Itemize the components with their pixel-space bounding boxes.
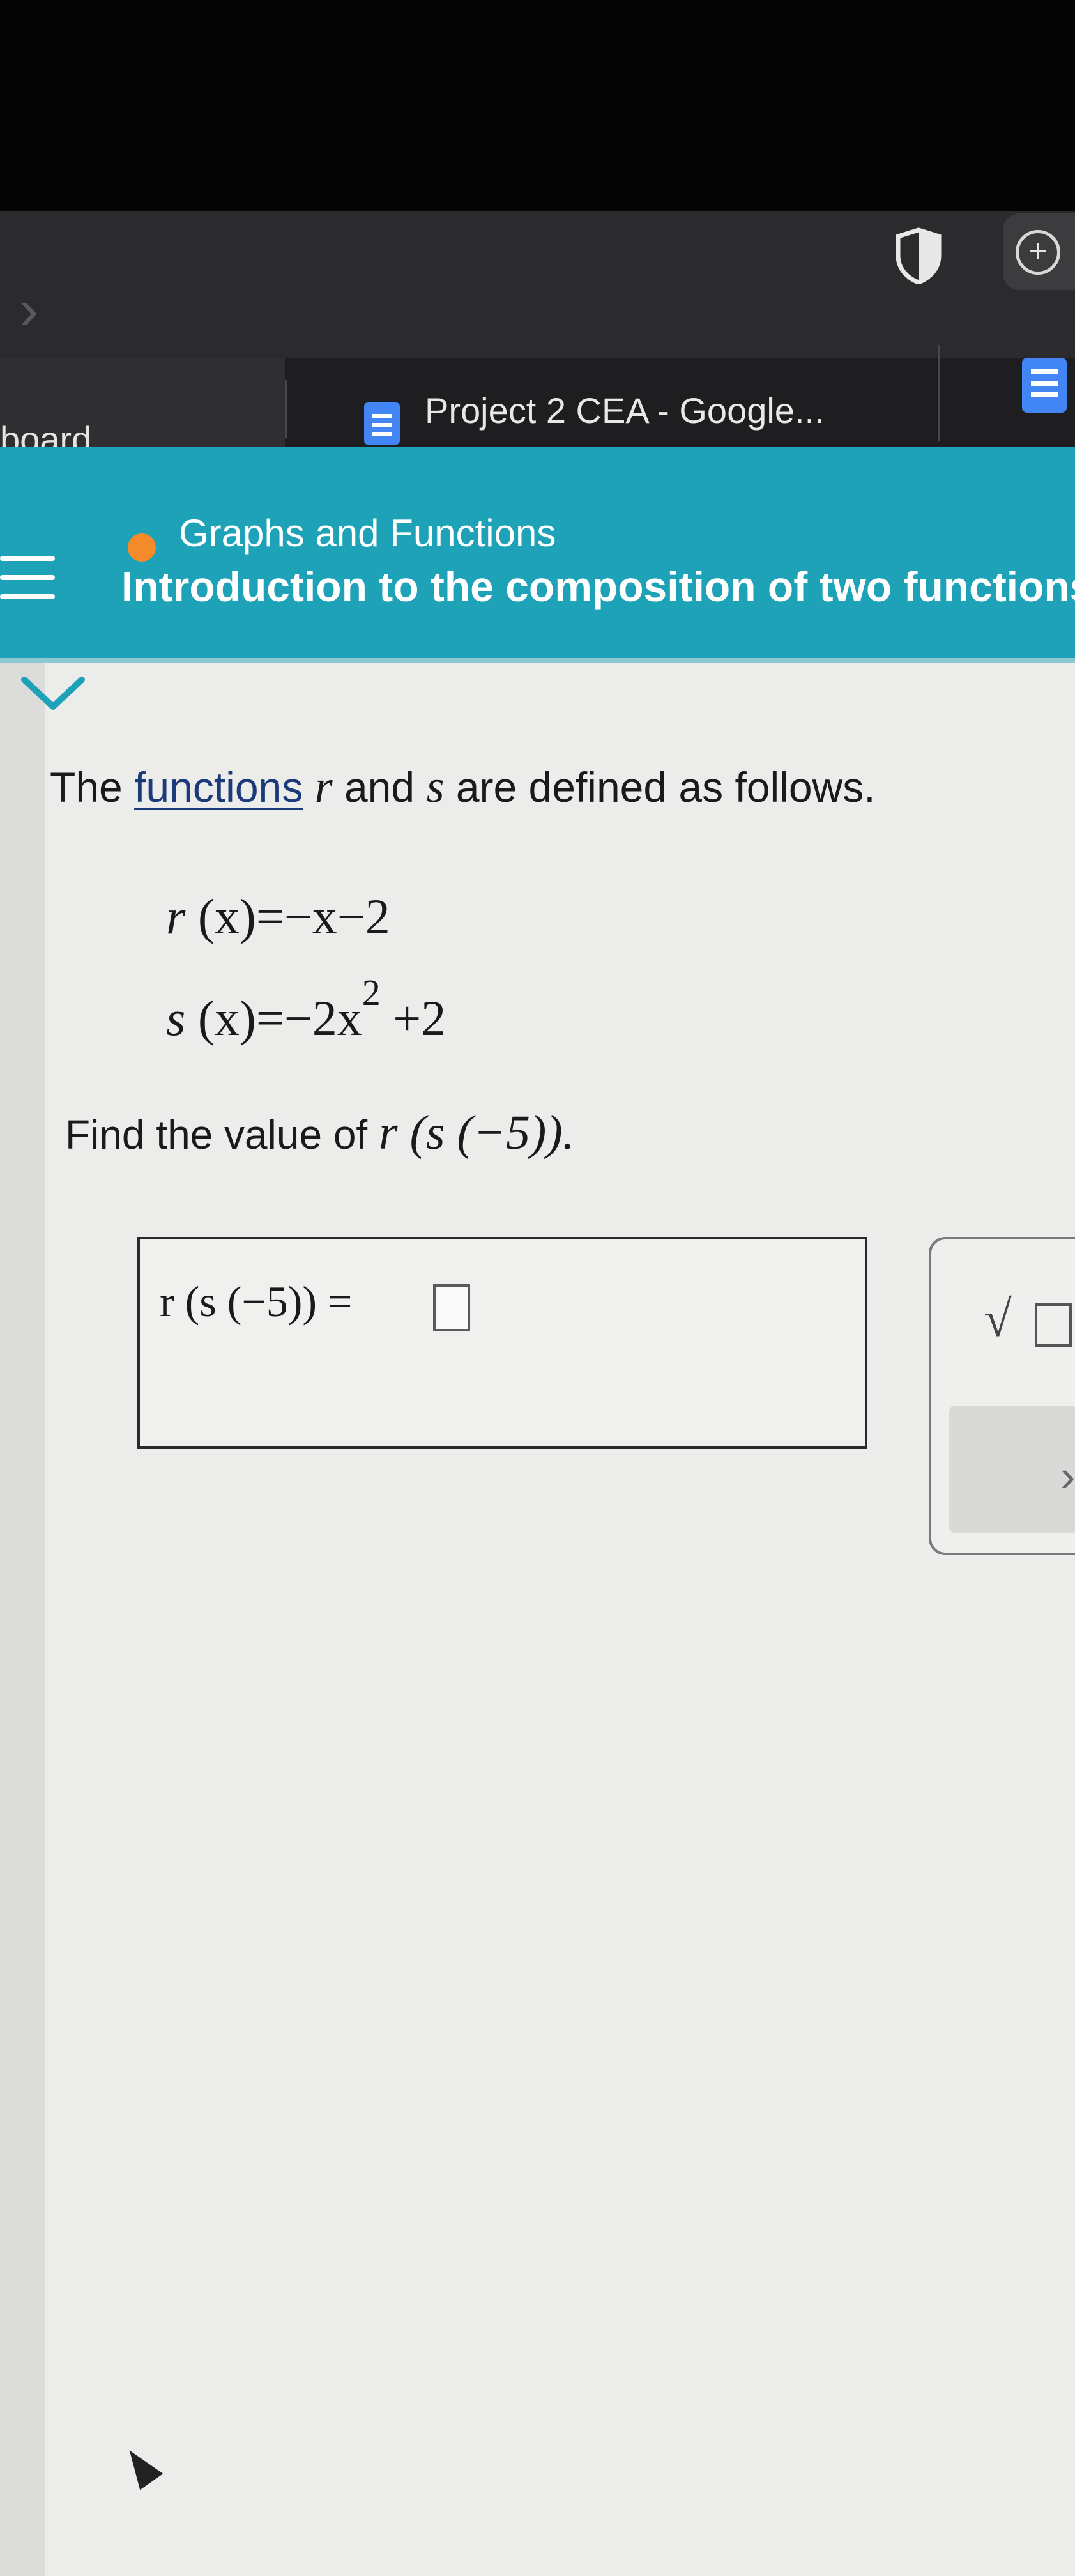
answer-box [137,1237,867,1449]
menu-icon[interactable] [0,556,55,602]
functions-link[interactable]: functions [134,763,303,811]
eq2-exponent: 2 [362,972,381,1013]
equation-s: s (x)=−2x2 +2 [166,972,446,1047]
problem-statement: The functions r and s are defined as fol… [50,760,876,813]
topic-status-dot [128,533,156,562]
topic-label: Graphs and Functions [179,512,556,555]
find-expression: r (s (−5)). [378,1106,575,1160]
tab-divider [285,380,287,438]
eq1-name: r [166,889,186,944]
intro-and: and [344,763,415,811]
lesson-title: Introduction to the composition of two f… [121,563,1075,610]
eq2-rhs-a: =−2x [255,990,362,1046]
eq2-arg: (x) [197,990,256,1046]
header-divider [0,658,1075,663]
google-docs-icon [364,402,400,445]
left-margin [0,663,45,2576]
equation-r: r (x)=−x−2 [166,888,390,946]
intro-suffix: are defined as follows. [455,763,876,811]
eq1-rhs: =−x−2 [255,889,390,944]
answer-input[interactable] [433,1284,470,1331]
tab-divider [938,345,940,441]
var-s: s [426,761,445,812]
eq2-rhs-b: +2 [380,990,446,1046]
intro-text: The [50,763,135,811]
answer-label: r (s (−5)) = [160,1277,353,1326]
back-chevron-icon[interactable]: › [19,281,38,339]
sqrt-placeholder-box [1035,1303,1072,1347]
find-text: Find the value of [65,1112,379,1158]
chevron-right-icon[interactable]: › [1060,1450,1075,1501]
google-docs-icon[interactable] [1022,358,1067,413]
extension-button[interactable]: + [1003,213,1075,290]
problem-area [0,663,1075,2576]
find-prompt: Find the value of r (s (−5)). [65,1105,575,1161]
plus-circle-icon: + [1016,230,1060,275]
sqrt-icon[interactable]: √ [984,1291,1012,1349]
tool-expand-area[interactable] [949,1406,1075,1533]
chevron-down-icon[interactable] [18,671,88,716]
var-r: r [314,761,333,812]
eq1-arg: (x) [197,889,256,944]
eq2-name: s [166,990,186,1046]
tab-project-label[interactable]: Project 2 CEA - Google... [425,390,825,431]
shield-icon[interactable] [894,227,943,284]
